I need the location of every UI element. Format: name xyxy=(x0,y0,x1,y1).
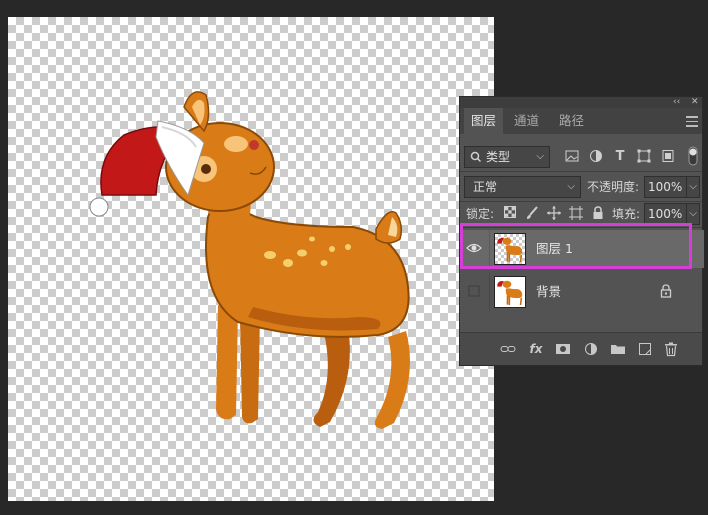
filter-toggle-icon[interactable] xyxy=(688,145,698,167)
panel-tabs: 图层 通道 路径 xyxy=(460,108,702,134)
layer-thumbnail xyxy=(494,276,526,308)
chevron-down-icon: ⌵ xyxy=(689,208,697,219)
chevron-down-icon: ⌵ xyxy=(689,181,697,192)
search-icon xyxy=(470,147,482,173)
close-panel-button[interactable]: ✕ xyxy=(691,95,699,109)
link-layers-icon[interactable] xyxy=(500,341,516,357)
new-group-icon[interactable] xyxy=(610,341,626,357)
tab-channels[interactable]: 通道 xyxy=(507,108,546,134)
lock-label: 锁定: xyxy=(466,207,495,221)
deer-artwork xyxy=(89,91,410,429)
fx-icon[interactable]: fx xyxy=(528,341,544,357)
new-layer-icon[interactable] xyxy=(637,341,653,357)
filter-type-label: 类型 xyxy=(486,150,511,164)
tab-layers[interactable]: 图层 xyxy=(464,108,504,134)
layer-row-background[interactable]: 背景 xyxy=(460,273,704,311)
layers-panel-footer: fx xyxy=(460,332,702,365)
adjustment-layer-icon[interactable] xyxy=(583,341,599,357)
selected-layer-highlight xyxy=(460,223,692,269)
fill-value: 100% xyxy=(648,207,683,221)
opacity-input[interactable]: 100% xyxy=(644,176,686,198)
visibility-toggle-empty[interactable] xyxy=(466,283,482,299)
blend-mode-select[interactable]: 正常 ⌵ xyxy=(464,176,581,198)
document-canvas[interactable] xyxy=(8,17,494,501)
adjustment-filter-icon[interactable] xyxy=(588,149,604,168)
image-filter-icon[interactable] xyxy=(564,149,580,168)
smart-object-filter-icon[interactable] xyxy=(660,149,676,168)
lock-icon[interactable] xyxy=(660,284,674,300)
tab-paths[interactable]: 路径 xyxy=(552,108,591,134)
panel-title-strip: ‹‹ ✕ xyxy=(460,97,702,108)
fill-dropdown-button[interactable]: ⌵ xyxy=(686,203,700,225)
layer-name[interactable]: 背景 xyxy=(536,273,561,311)
add-mask-icon[interactable] xyxy=(555,341,571,357)
deer-thumbnail-icon xyxy=(497,280,523,305)
opacity-label: 不透明度: xyxy=(587,180,640,194)
chevron-down-icon: ⌵ xyxy=(536,151,544,162)
panel-menu-icon[interactable] xyxy=(686,113,698,127)
fill-input[interactable]: 100% xyxy=(644,203,686,225)
opacity-value: 100% xyxy=(648,180,683,194)
blend-mode-value: 正常 xyxy=(473,180,498,194)
type-filter-icon[interactable]: T xyxy=(612,149,628,165)
layer-filter-select[interactable]: 类型 ⌵ xyxy=(464,146,550,168)
collapse-panel-button[interactable]: ‹‹ xyxy=(673,95,680,109)
fill-label: 填充: xyxy=(612,207,641,221)
shape-filter-icon[interactable] xyxy=(636,149,652,168)
chevron-down-icon: ⌵ xyxy=(567,181,575,192)
delete-layer-icon[interactable] xyxy=(663,341,679,357)
lock-transparent-pixels-icon[interactable] xyxy=(502,206,518,223)
opacity-dropdown-button[interactable]: ⌵ xyxy=(686,176,700,198)
